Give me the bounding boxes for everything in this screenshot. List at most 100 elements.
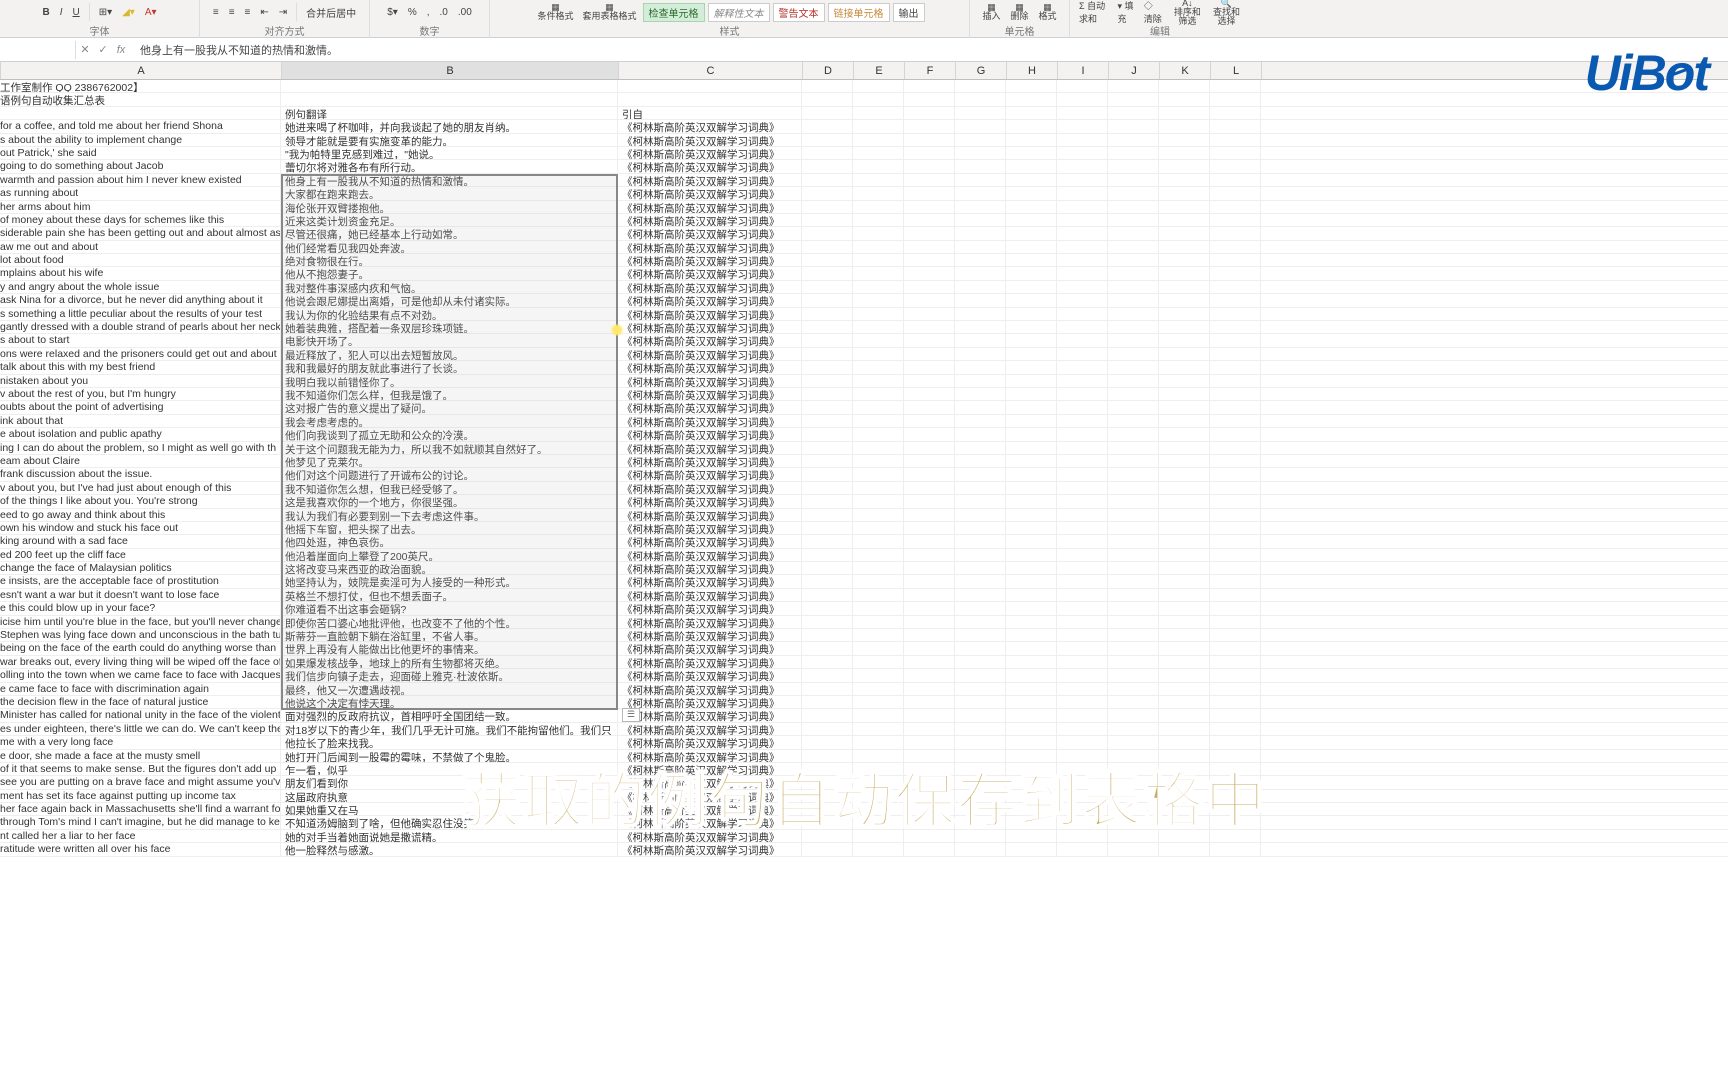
cell-empty[interactable] xyxy=(1210,575,1261,587)
cell-empty[interactable] xyxy=(1108,147,1159,159)
delete-btn[interactable]: ▦删除 xyxy=(1007,2,1031,22)
cell-b[interactable]: 尽管还很痛，她已经基本上行动如常。 xyxy=(281,227,618,239)
cell-b[interactable]: 对18岁以下的青少年，我们几乎无计可施。我们不能拘留他们。我们只 xyxy=(281,723,618,735)
cell-empty[interactable] xyxy=(853,428,904,440)
cell-empty[interactable] xyxy=(1057,308,1108,320)
cell-empty[interactable] xyxy=(1006,669,1057,681)
cell-c[interactable]: 《柯林斯高阶英汉双解学习词典》 xyxy=(618,294,802,306)
cell-empty[interactable] xyxy=(1006,214,1057,226)
cell-empty[interactable] xyxy=(1006,575,1057,587)
cell-empty[interactable] xyxy=(1057,442,1108,454)
cell-a[interactable]: ing I can do about the problem, so I mig… xyxy=(0,442,281,454)
cell-empty[interactable] xyxy=(1108,442,1159,454)
cell-empty[interactable] xyxy=(904,388,955,400)
cell-empty[interactable] xyxy=(1057,201,1108,213)
cell-empty[interactable] xyxy=(1057,321,1108,333)
cell-c[interactable]: 《柯林斯高阶英汉双解学习词典》 xyxy=(618,187,802,199)
cell-empty[interactable] xyxy=(955,575,1006,587)
cell-a[interactable]: of money about these days for schemes li… xyxy=(0,214,281,226)
cell-b[interactable]: 最终，他又一次遭遇歧视。 xyxy=(281,683,618,695)
cell-empty[interactable] xyxy=(1057,509,1108,521)
cell-empty[interactable] xyxy=(1210,147,1261,159)
cell-empty[interactable] xyxy=(955,174,1006,186)
cell-empty[interactable] xyxy=(1210,80,1261,92)
cell-empty[interactable] xyxy=(1159,709,1210,721)
cell-empty[interactable] xyxy=(904,147,955,159)
cell-empty[interactable] xyxy=(904,455,955,467)
cell-empty[interactable] xyxy=(1210,669,1261,681)
cell-empty[interactable] xyxy=(904,134,955,146)
cell-c[interactable]: 《柯林斯高阶英汉双解学习词典》 xyxy=(618,495,802,507)
cell-a[interactable]: through Tom's mind I can't imagine, but … xyxy=(0,816,281,828)
cell-empty[interactable] xyxy=(1159,642,1210,654)
cell-empty[interactable] xyxy=(802,709,853,721)
cell-empty[interactable] xyxy=(802,415,853,427)
inc-dec-btn[interactable]: .0 xyxy=(437,6,451,19)
comma-btn[interactable]: , xyxy=(424,6,433,19)
cell-empty[interactable] xyxy=(904,308,955,320)
cell-empty[interactable] xyxy=(1210,201,1261,213)
cell-empty[interactable] xyxy=(904,468,955,480)
cell-empty[interactable] xyxy=(955,843,1006,855)
cell-empty[interactable] xyxy=(904,214,955,226)
cell-a[interactable]: 工作室制作 QQ 2386762002】 xyxy=(0,80,281,92)
cell-a[interactable]: ink about that xyxy=(0,415,281,427)
cell-empty[interactable] xyxy=(1159,575,1210,587)
col-header-F[interactable]: F xyxy=(905,62,956,79)
cell-empty[interactable] xyxy=(1159,843,1210,855)
cell-b[interactable]: 蕾切尔将对雅各布有所行动。 xyxy=(281,160,618,172)
cell-b[interactable] xyxy=(281,80,618,92)
cell-empty[interactable] xyxy=(802,442,853,454)
cell-empty[interactable] xyxy=(904,201,955,213)
cell-empty[interactable] xyxy=(1210,187,1261,199)
cell-empty[interactable] xyxy=(955,254,1006,266)
fb-fx[interactable]: fx xyxy=(112,44,130,56)
cell-empty[interactable] xyxy=(802,214,853,226)
cell-empty[interactable] xyxy=(1210,388,1261,400)
cell-b[interactable]: 他从不抱怨妻子。 xyxy=(281,267,618,279)
cell-empty[interactable] xyxy=(1210,562,1261,574)
cell-empty[interactable] xyxy=(802,696,853,708)
cell-empty[interactable] xyxy=(1210,736,1261,748)
cell-empty[interactable] xyxy=(1159,455,1210,467)
cell-empty[interactable] xyxy=(802,308,853,320)
cell-a[interactable]: of the things I like about you. You're s… xyxy=(0,495,281,507)
cell-empty[interactable] xyxy=(1006,308,1057,320)
cell-empty[interactable] xyxy=(802,482,853,494)
cell-empty[interactable] xyxy=(1108,736,1159,748)
cell-b[interactable]: 他们对这个问题进行了开诚布公的讨论。 xyxy=(281,468,618,480)
cell-empty[interactable] xyxy=(1057,267,1108,279)
cell-a[interactable]: as running about xyxy=(0,187,281,199)
cell-empty[interactable] xyxy=(1057,455,1108,467)
cell-empty[interactable] xyxy=(1210,93,1261,105)
cell-empty[interactable] xyxy=(904,736,955,748)
cell-empty[interactable] xyxy=(955,321,1006,333)
cell-b[interactable]: 我认为你的化验结果有点不对劲。 xyxy=(281,308,618,320)
cell-empty[interactable] xyxy=(853,723,904,735)
cell-empty[interactable] xyxy=(1108,509,1159,521)
cell-empty[interactable] xyxy=(1108,334,1159,346)
cell-a[interactable]: war breaks out, every living thing will … xyxy=(0,656,281,668)
cell-empty[interactable] xyxy=(1159,308,1210,320)
cell-empty[interactable] xyxy=(1210,683,1261,695)
cell-a[interactable]: talk about this with my best friend xyxy=(0,361,281,373)
cell-empty[interactable] xyxy=(1006,482,1057,494)
cell-b[interactable]: 他拉长了脸来找我。 xyxy=(281,736,618,748)
cell-empty[interactable] xyxy=(1159,93,1210,105)
cell-empty[interactable] xyxy=(1006,589,1057,601)
cell-empty[interactable] xyxy=(1159,80,1210,92)
cell-empty[interactable] xyxy=(1057,160,1108,172)
cell-empty[interactable] xyxy=(1057,736,1108,748)
cell-empty[interactable] xyxy=(1006,562,1057,574)
cell-a[interactable]: ment has set its face against putting up… xyxy=(0,790,281,802)
cell-a[interactable]: ons were relaxed and the prisoners could… xyxy=(0,348,281,360)
cell-empty[interactable] xyxy=(904,442,955,454)
col-header-L[interactable]: L xyxy=(1211,62,1262,79)
cell-empty[interactable] xyxy=(955,120,1006,132)
cell-empty[interactable] xyxy=(1210,160,1261,172)
cell-c[interactable]: 《柯林斯高阶英汉双解学习词典》 xyxy=(618,468,802,480)
cell-empty[interactable] xyxy=(1057,669,1108,681)
cell-c[interactable]: 《柯林斯高阶英汉双解学习词典》 xyxy=(618,509,802,521)
cell-empty[interactable] xyxy=(955,107,1006,119)
cell-a[interactable]: es under eighteen, there's little we can… xyxy=(0,723,281,735)
